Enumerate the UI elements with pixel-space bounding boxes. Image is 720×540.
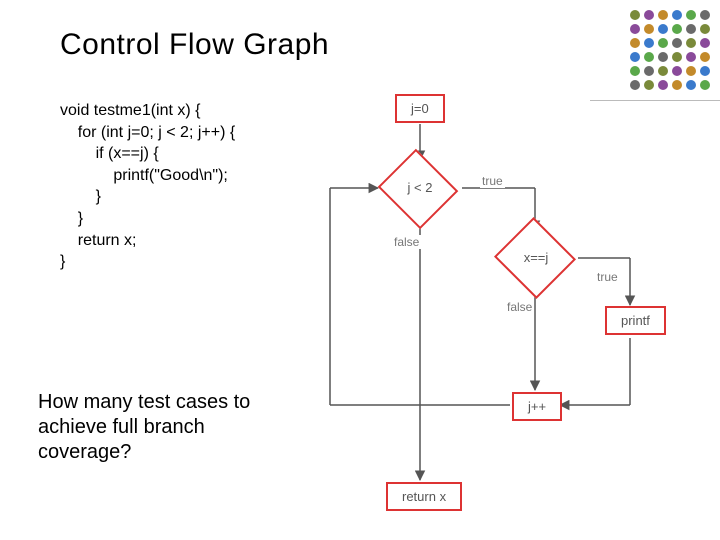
edge-label-cond2-false: false [505,300,534,314]
node-return-label: return x [402,489,446,504]
code-snippet: void testme1(int x) { for (int j=0; j < … [60,100,235,273]
node-return: return x [386,482,462,511]
page-title: Control Flow Graph [60,28,329,62]
edge-label-cond1-true: true [480,174,505,188]
flowchart: j=0 j < 2 x==j printf j++ return x true … [300,90,720,530]
node-init: j=0 [395,94,445,123]
decorative-dot-grid [630,10,712,92]
question-text: How many test cases to achieve full bran… [38,390,298,465]
node-init-label: j=0 [411,101,429,116]
node-inc: j++ [512,392,562,421]
node-cond1-label: j < 2 [400,180,440,195]
node-printf: printf [605,306,666,335]
node-inc-label: j++ [528,399,546,414]
edge-label-cond1-false: false [392,235,421,249]
edge-label-cond2-true: true [595,270,620,284]
node-cond2-label: x==j [514,250,558,265]
node-printf-label: printf [621,313,650,328]
